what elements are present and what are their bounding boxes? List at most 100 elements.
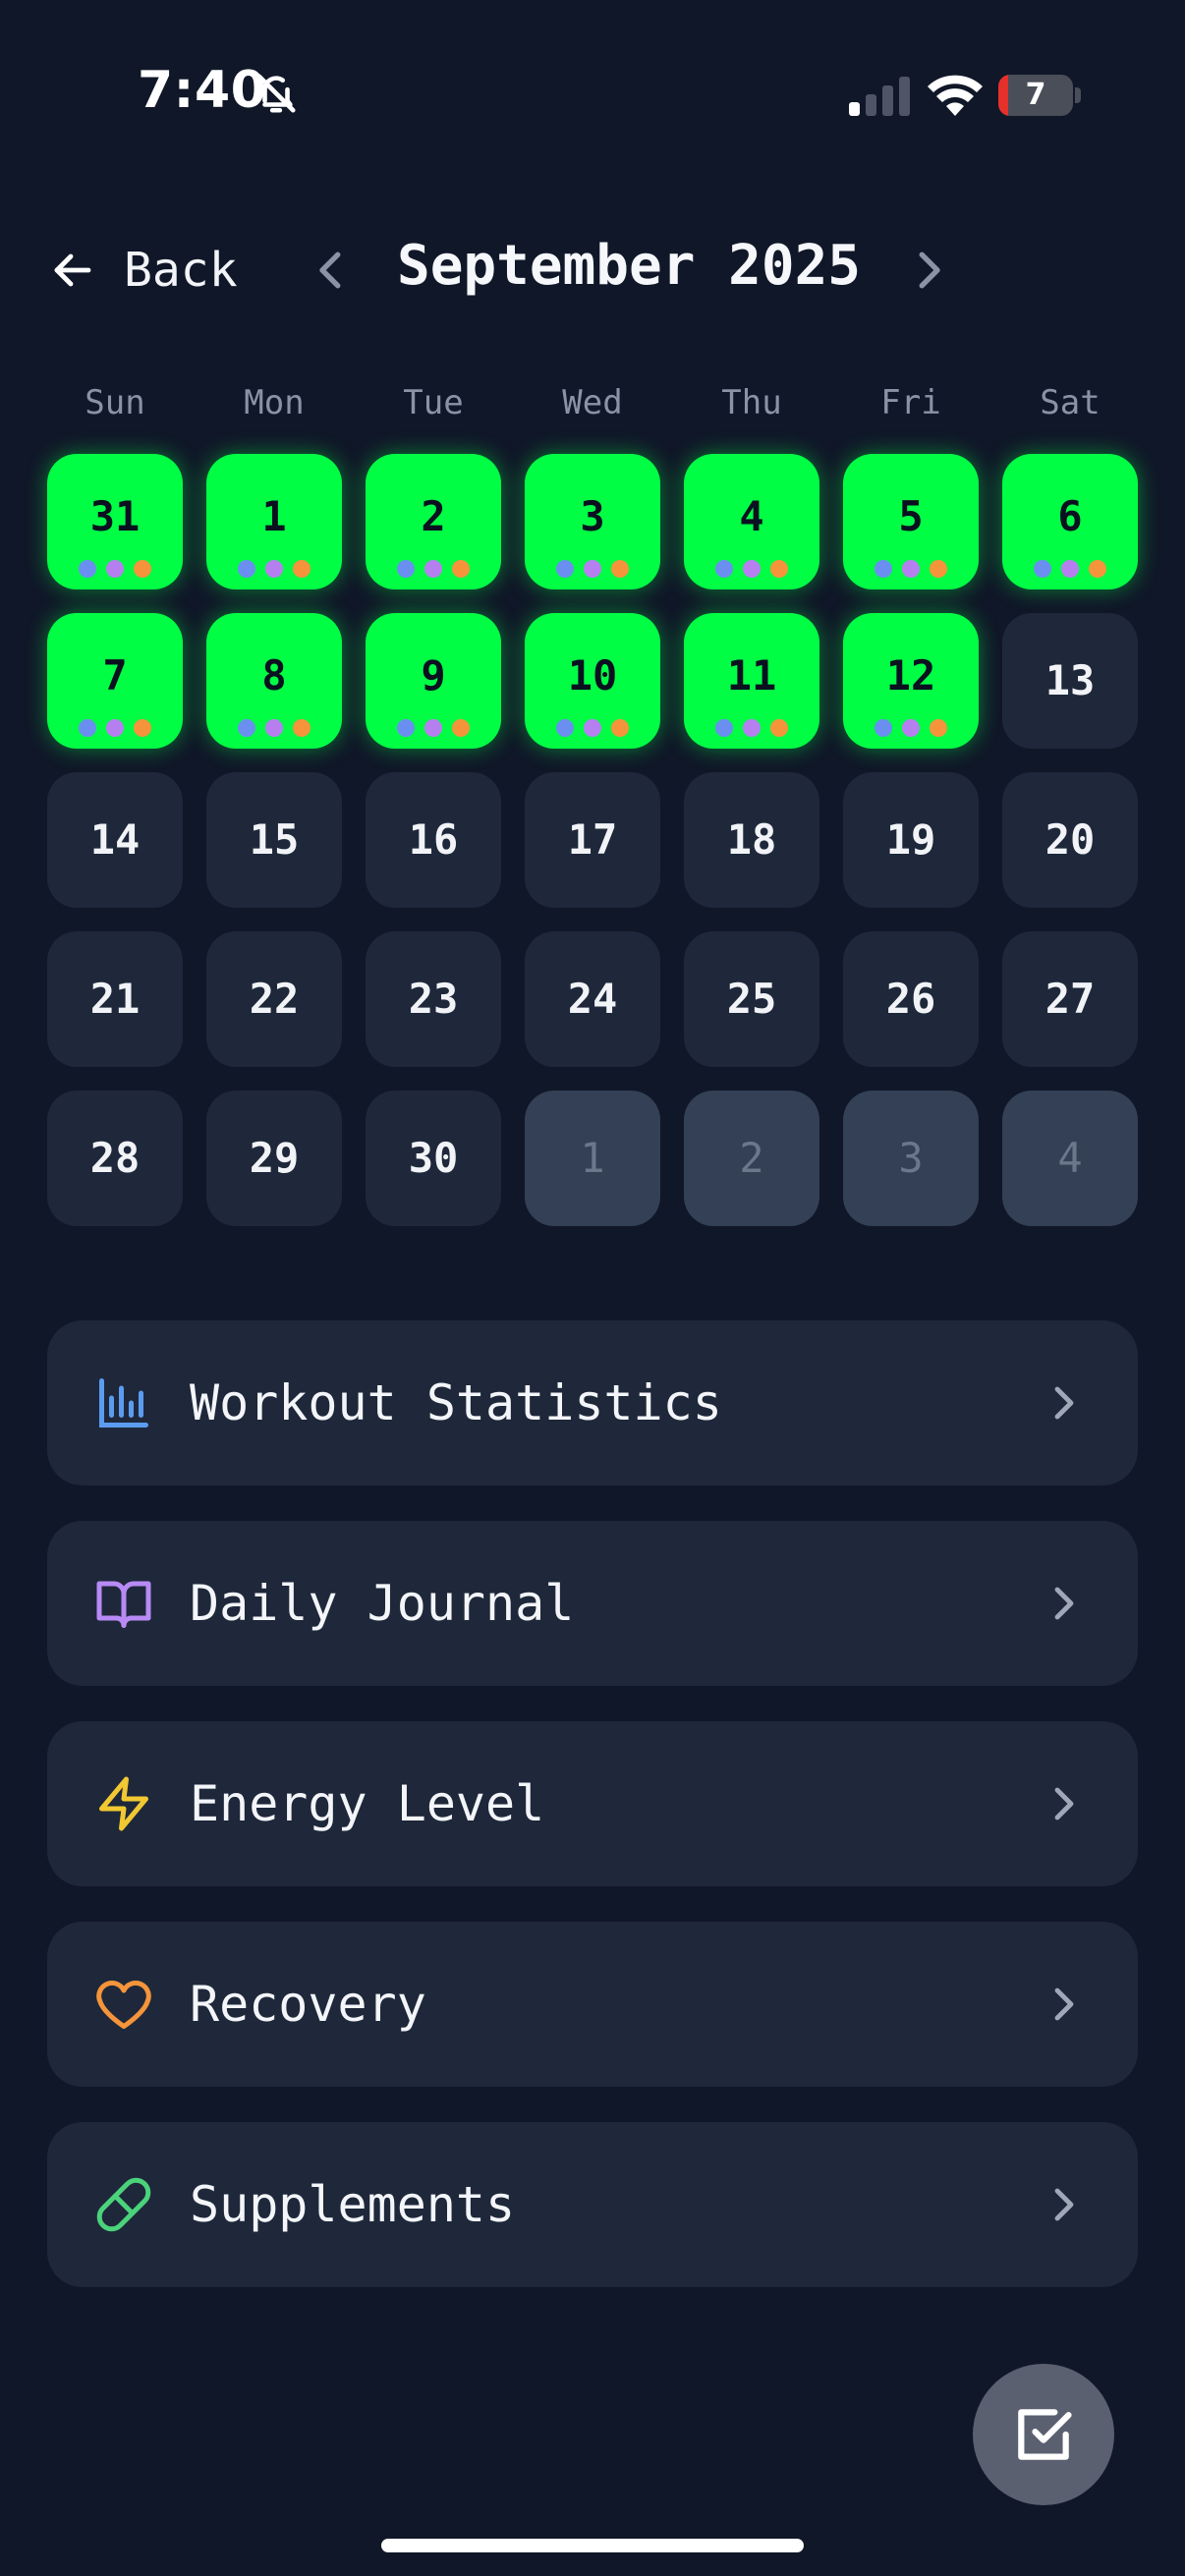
calendar-day[interactable]: 28: [47, 1091, 183, 1226]
activity-dot: [79, 560, 96, 578]
wifi-icon: [928, 75, 983, 116]
calendar-day-outside-month[interactable]: 1: [525, 1091, 660, 1226]
calendar-day[interactable]: 20: [1002, 772, 1138, 908]
weekday-label: Sat: [1040, 383, 1100, 422]
calendar-day[interactable]: 10: [525, 613, 660, 749]
log-entry-button[interactable]: [973, 2364, 1114, 2505]
calendar-day[interactable]: 5: [843, 454, 979, 589]
workout-statistics-card[interactable]: Workout Statistics: [47, 1320, 1138, 1485]
calendar-day[interactable]: 6: [1002, 454, 1138, 589]
activity-dot: [424, 560, 442, 578]
previous-month-button[interactable]: [305, 244, 358, 297]
activity-dot: [902, 560, 920, 578]
calendar-day[interactable]: 1: [206, 454, 342, 589]
calendar-day[interactable]: 25: [684, 931, 819, 1067]
calendar-day[interactable]: 27: [1002, 931, 1138, 1067]
day-number: 14: [89, 815, 141, 864]
daily-journal-card[interactable]: Daily Journal: [47, 1521, 1138, 1686]
activity-dot: [743, 560, 761, 578]
status-time: 7:40: [138, 61, 267, 120]
activity-dot: [424, 719, 442, 737]
calendar-day[interactable]: 14: [47, 772, 183, 908]
calendar-day[interactable]: 4: [684, 454, 819, 589]
activity-dot: [293, 560, 310, 578]
day-number: 15: [249, 815, 300, 864]
battery-indicator: 7: [998, 75, 1081, 116]
bell-muted-icon: [256, 74, 296, 113]
calendar-day[interactable]: 26: [843, 931, 979, 1067]
back-button[interactable]: Back: [49, 236, 238, 305]
recovery-card[interactable]: Recovery: [47, 1922, 1138, 2087]
calendar-day[interactable]: 7: [47, 613, 183, 749]
book-icon: [96, 1581, 151, 1628]
day-number: 1: [580, 1134, 605, 1182]
card-label: Supplements: [190, 2176, 516, 2233]
calendar-day[interactable]: 9: [366, 613, 501, 749]
activity-dot: [397, 560, 415, 578]
day-number: 4: [1057, 1134, 1083, 1182]
chevron-right-icon: [1054, 1787, 1074, 1820]
day-number: 13: [1044, 656, 1096, 704]
calendar-day-outside-month[interactable]: 4: [1002, 1091, 1138, 1226]
activity-dot: [770, 560, 788, 578]
activity-dot: [238, 560, 255, 578]
activity-dot: [1034, 560, 1051, 578]
calendar-day[interactable]: 16: [366, 772, 501, 908]
day-number: 26: [885, 975, 936, 1023]
card-label: Workout Statistics: [190, 1374, 722, 1431]
activity-dots: [525, 560, 660, 578]
activity-dot: [265, 560, 283, 578]
calendar-day[interactable]: 21: [47, 931, 183, 1067]
day-number: 27: [1044, 975, 1096, 1023]
calendar-day[interactable]: 17: [525, 772, 660, 908]
calendar-day[interactable]: 12: [843, 613, 979, 749]
calendar-day[interactable]: 30: [366, 1091, 501, 1226]
day-number: 28: [89, 1134, 141, 1182]
weekday-header: Sun Mon Tue Wed Thu Fri Sat: [47, 383, 1138, 422]
calendar-day[interactable]: 24: [525, 931, 660, 1067]
activity-dot: [397, 719, 415, 737]
calendar-day-outside-month[interactable]: 2: [684, 1091, 819, 1226]
day-number: 24: [567, 975, 618, 1023]
heart-icon: [96, 1980, 151, 2029]
calendar-day[interactable]: 31: [47, 454, 183, 589]
activity-dot: [743, 719, 761, 737]
activity-dot: [770, 719, 788, 737]
activity-dots: [206, 719, 342, 737]
day-number: 23: [408, 975, 459, 1023]
activity-dot: [265, 719, 283, 737]
activity-dots: [366, 560, 501, 578]
activity-dot: [902, 719, 920, 737]
calendar-day[interactable]: 29: [206, 1091, 342, 1226]
calendar-day[interactable]: 8: [206, 613, 342, 749]
activity-dot: [715, 719, 733, 737]
day-number: 2: [739, 1134, 764, 1182]
supplements-card[interactable]: Supplements: [47, 2122, 1138, 2287]
activity-dot: [106, 560, 124, 578]
calendar-day[interactable]: 15: [206, 772, 342, 908]
activity-dots: [843, 560, 979, 578]
card-label: Energy Level: [190, 1775, 545, 1832]
battery-percent: 7: [1025, 78, 1046, 112]
activity-dot: [715, 560, 733, 578]
activity-dots: [366, 719, 501, 737]
chevron-right-icon: [1054, 1587, 1074, 1620]
calendar-day[interactable]: 23: [366, 931, 501, 1067]
activity-dots: [843, 719, 979, 737]
weekday-label: Thu: [721, 383, 782, 422]
calendar-day[interactable]: 19: [843, 772, 979, 908]
activity-dots: [525, 719, 660, 737]
card-label: Recovery: [190, 1976, 426, 2033]
home-indicator[interactable]: [381, 2539, 804, 2552]
calendar-day-outside-month[interactable]: 3: [843, 1091, 979, 1226]
energy-level-card[interactable]: Energy Level: [47, 1721, 1138, 1886]
calendar-day[interactable]: 3: [525, 454, 660, 589]
calendar-day[interactable]: 2: [366, 454, 501, 589]
calendar-day[interactable]: 18: [684, 772, 819, 908]
calendar-day[interactable]: 11: [684, 613, 819, 749]
next-month-button[interactable]: [902, 244, 955, 297]
calendar-day[interactable]: 22: [206, 931, 342, 1067]
calendar-day[interactable]: 13: [1002, 613, 1138, 749]
activity-dots: [684, 719, 819, 737]
weekday-label: Wed: [562, 383, 623, 422]
